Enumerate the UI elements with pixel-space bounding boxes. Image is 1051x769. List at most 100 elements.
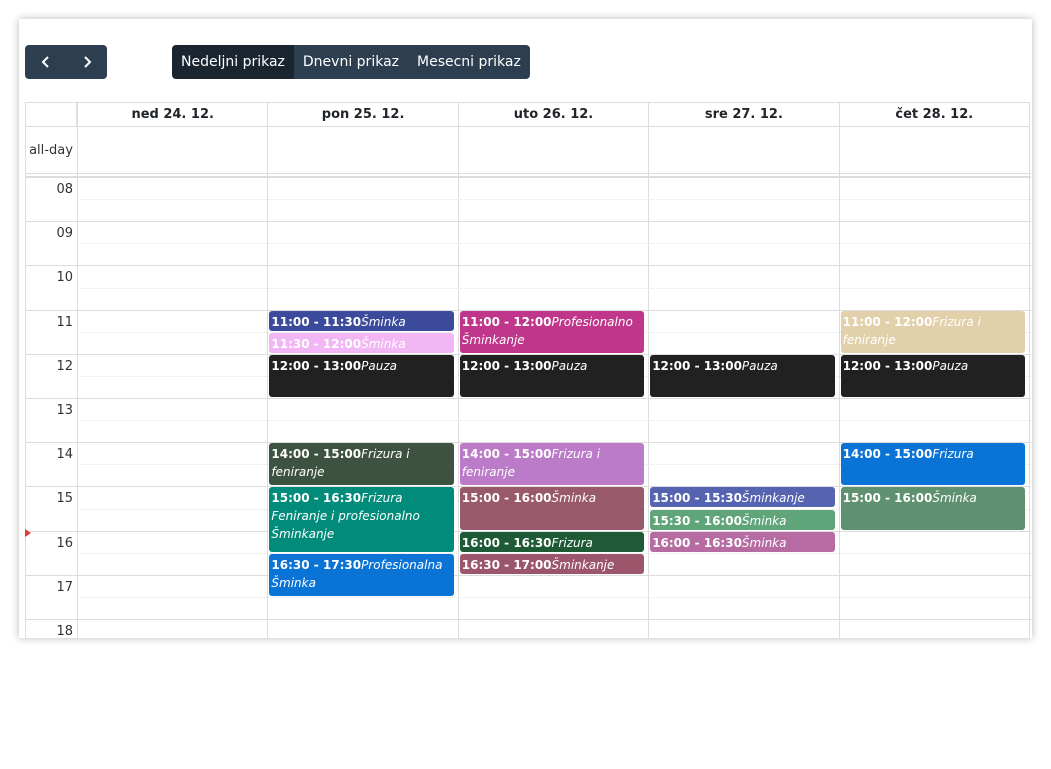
column-divider <box>267 102 269 638</box>
prev-button[interactable] <box>25 45 66 79</box>
event-time: 16:30 - 17:00 <box>461 557 552 572</box>
calendar-event[interactable]: 16:00 - 16:30Frizura <box>459 531 645 552</box>
event-title: Šminka <box>361 314 406 329</box>
chevron-left-icon <box>41 56 49 68</box>
hour-label: 15 <box>56 491 73 507</box>
event-time: 12:00 - 13:00 <box>652 358 742 373</box>
event-title: Frizura <box>551 535 593 550</box>
day-header: pon 25. 12. <box>267 102 459 127</box>
hour-line <box>25 619 1031 620</box>
event-time: 11:00 - 11:30 <box>271 314 362 329</box>
event-title: Šminka <box>551 491 597 506</box>
event-title: Šminka <box>741 513 787 528</box>
column-divider <box>838 102 840 638</box>
gutter-divider <box>77 102 78 638</box>
hour-label: 10 <box>56 270 73 286</box>
event-time: 12:00 - 13:00 <box>271 358 362 373</box>
calendar-event[interactable]: 12:00 - 13:00Pauza <box>459 354 645 397</box>
allday-label: all-day <box>29 142 73 158</box>
calendar-event[interactable]: 15:00 - 16:00Šminka <box>840 487 1025 530</box>
event-time: 16:00 - 16:30 <box>461 535 552 550</box>
calendar-event[interactable]: 12:00 - 13:00Pauza <box>650 354 835 397</box>
allday-bottom-border <box>25 173 1031 174</box>
column-divider <box>457 102 459 638</box>
hour-label: 17 <box>56 579 73 595</box>
calendar-event[interactable]: 11:30 - 12:00Šminka <box>269 332 454 353</box>
chevron-right-icon <box>83 56 91 68</box>
event-time: 11:00 - 12:00 <box>461 314 552 329</box>
half-hour-line <box>77 287 1031 289</box>
calendar-event[interactable]: 15:00 - 15:30Šminkanje <box>650 487 835 508</box>
calendar-event[interactable]: 11:00 - 12:00Profesionalno Šminkanje <box>459 310 645 353</box>
hour-label: 11 <box>56 314 73 330</box>
hour-line <box>25 398 1031 399</box>
day-header: sre 27. 12. <box>648 102 840 127</box>
event-title: Pauza <box>932 358 969 373</box>
view-button-group: Nedeljni prikaz Dnevni prikaz Mesecni pr… <box>172 45 530 79</box>
hour-label: 09 <box>56 226 73 242</box>
header-corner <box>25 102 77 127</box>
event-title: Šminka <box>741 535 787 550</box>
event-time: 15:30 - 16:00 <box>652 513 742 528</box>
hour-label: 13 <box>56 403 73 418</box>
now-indicator <box>25 529 31 537</box>
event-title: Šminkanje <box>551 557 615 572</box>
half-hour-line <box>77 596 1031 598</box>
calendar-event[interactable]: 16:30 - 17:00Šminkanje <box>459 553 645 574</box>
calendar-event[interactable]: 11:00 - 12:00Frizura i feniranje <box>840 310 1025 353</box>
hour-label: 12 <box>56 358 73 374</box>
column-divider <box>1029 102 1030 638</box>
calendar-event[interactable]: 12:00 - 13:00Pauza <box>840 354 1025 397</box>
event-time: 11:30 - 12:00 <box>271 336 362 351</box>
event-title: Pauza <box>551 358 588 373</box>
column-divider <box>648 102 650 638</box>
calendar-event[interactable]: 15:00 - 16:00Šminka <box>459 487 645 530</box>
calendar-event[interactable]: 15:00 - 16:30Frizura Feniranje i profesi… <box>269 487 454 552</box>
event-time: 11:00 - 12:00 <box>842 314 933 329</box>
event-time: 12:00 - 13:00 <box>461 358 552 373</box>
calendar-event[interactable]: 11:00 - 11:30Šminka <box>269 310 454 331</box>
day-view-button[interactable]: Dnevni prikaz <box>293 45 408 79</box>
event-time: 14:00 - 15:00 <box>461 447 552 462</box>
half-hour-line <box>77 243 1031 245</box>
calendar-event[interactable]: 14:00 - 15:00Frizura i feniranje <box>459 443 645 486</box>
next-button[interactable] <box>66 45 107 79</box>
event-time: 14:00 - 15:00 <box>271 447 362 462</box>
event-time: 14:00 - 15:00 <box>842 447 933 462</box>
event-time: 12:00 - 13:00 <box>842 358 933 373</box>
hour-line <box>25 177 1031 178</box>
event-time: 15:00 - 16:30 <box>271 491 362 506</box>
event-title: Šminka <box>932 491 977 506</box>
hour-label: 16 <box>56 535 73 551</box>
hour-label: 14 <box>56 447 73 463</box>
calendar-event[interactable]: 12:00 - 13:00Pauza <box>269 354 454 397</box>
calendar-event[interactable]: 15:30 - 16:00Šminka <box>650 509 835 530</box>
event-title: Frizura <box>932 447 974 462</box>
month-view-button[interactable]: Mesecni prikaz <box>408 45 530 79</box>
calendar-event[interactable]: 14:00 - 15:00Frizura <box>840 443 1025 486</box>
half-hour-line <box>77 199 1031 201</box>
event-time: 15:00 - 16:00 <box>461 491 552 506</box>
half-hour-line <box>77 420 1031 422</box>
week-view-button[interactable]: Nedeljni prikaz <box>172 45 294 79</box>
hour-line <box>25 221 1031 223</box>
hour-line <box>25 265 1031 267</box>
event-time: 16:30 - 17:30 <box>271 557 362 572</box>
day-header: ned 24. 12. <box>77 102 269 127</box>
day-header: uto 26. 12. <box>457 102 650 127</box>
hour-label: 08 <box>56 182 73 197</box>
calendar-event[interactable]: 16:00 - 16:30Šminka <box>650 531 835 552</box>
event-title: Pauza <box>361 358 397 373</box>
event-title: Pauza <box>741 358 778 373</box>
event-title: Šminka <box>361 336 406 351</box>
day-header: čet 28. 12. <box>838 102 1030 127</box>
nav-button-group <box>25 45 107 79</box>
event-time: 15:00 - 16:00 <box>842 491 933 506</box>
hour-line <box>25 574 1031 576</box>
calendar-event[interactable]: 16:30 - 17:30Profesionalna Šminka <box>269 553 454 596</box>
event-time: 15:00 - 15:30 <box>652 491 742 506</box>
event-time: 16:00 - 16:30 <box>652 535 742 550</box>
calendar-card: Nedeljni prikaz Dnevni prikaz Mesecni pr… <box>19 19 1032 638</box>
week-grid: all-day ned 24. 12. pon 25. 12. uto 26. 12… <box>25 102 1031 638</box>
calendar-event[interactable]: 14:00 - 15:00Frizura i feniranje <box>269 443 454 486</box>
